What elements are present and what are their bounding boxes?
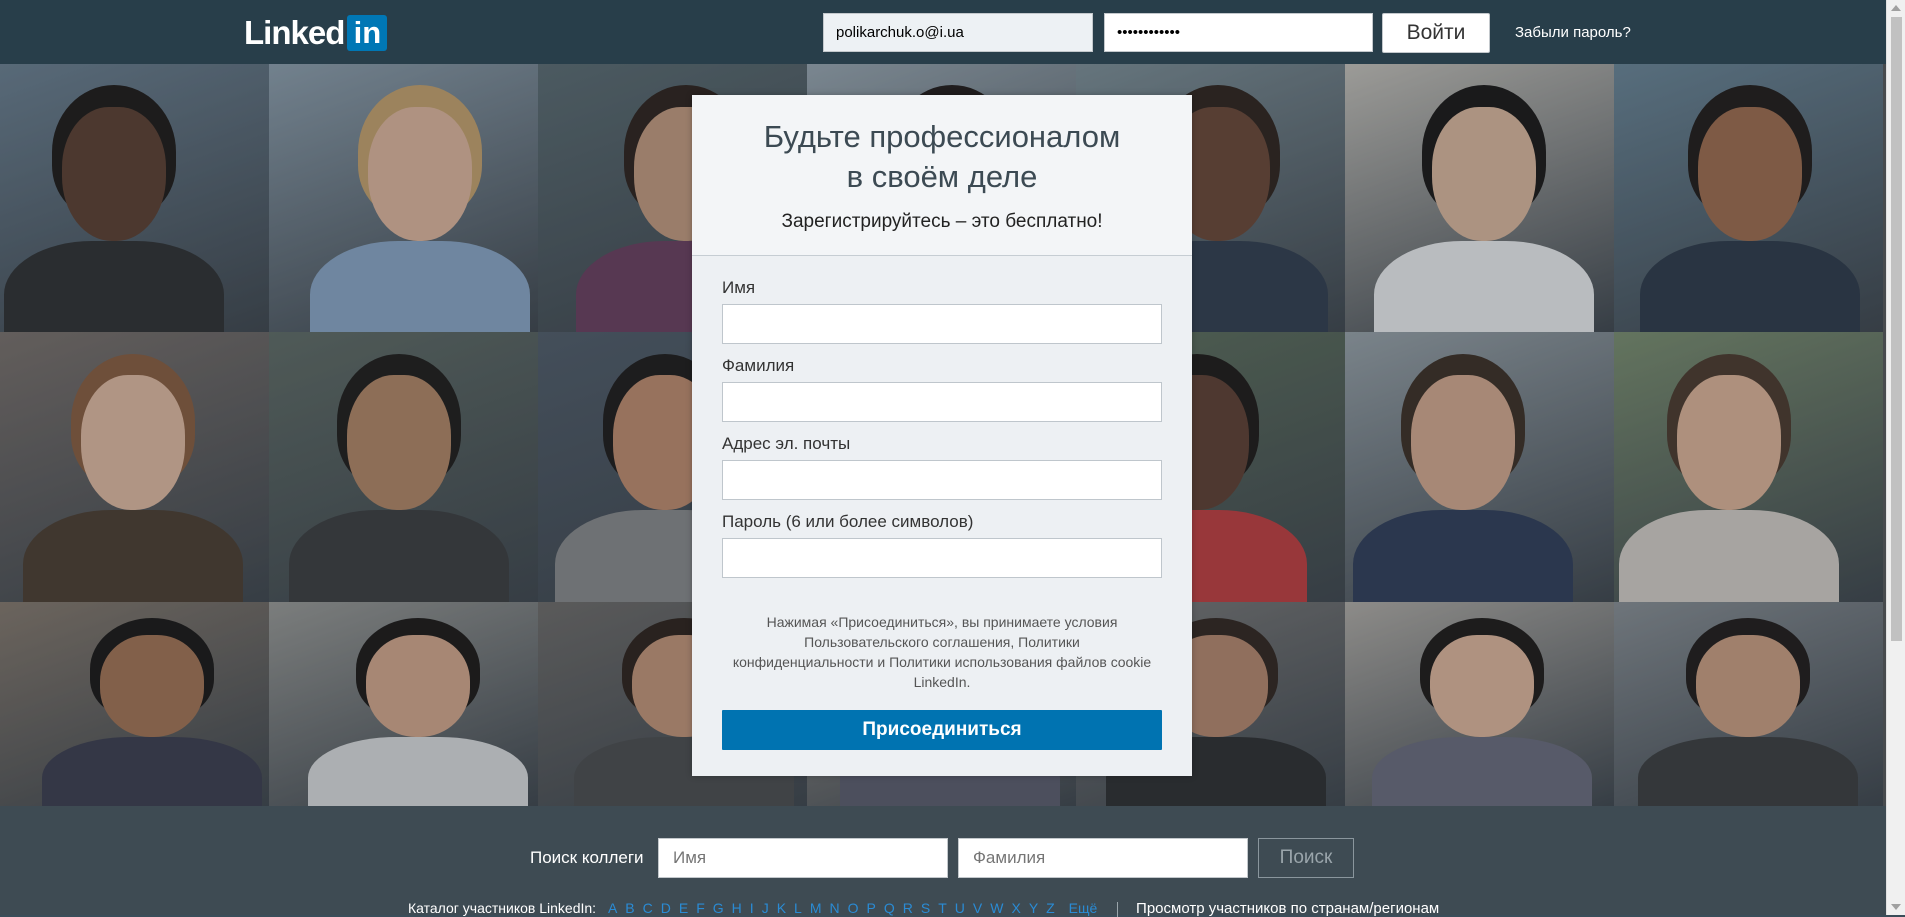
- directory-letter-s[interactable]: S: [921, 900, 930, 916]
- directory-letter-g[interactable]: G: [713, 900, 724, 916]
- directory-letter-b[interactable]: B: [625, 900, 634, 916]
- first-name-label: Имя: [722, 278, 756, 297]
- scroll-thumb[interactable]: [1891, 17, 1902, 641]
- directory-letter-h[interactable]: H: [732, 900, 742, 916]
- top-header: Linked in Войти Забыли пароль?: [0, 0, 1886, 64]
- password-input[interactable]: [722, 538, 1162, 578]
- directory-letter-q[interactable]: Q: [884, 900, 895, 916]
- directory-letter-d[interactable]: D: [661, 900, 671, 916]
- directory-letter-n[interactable]: N: [830, 900, 840, 916]
- last-name-input[interactable]: [722, 382, 1162, 422]
- directory-letter-p[interactable]: P: [867, 900, 876, 916]
- signup-card: Будьте профессионалом в своём деле Зарег…: [692, 95, 1192, 776]
- search-first-name-input[interactable]: [658, 838, 948, 878]
- linkedin-logo[interactable]: Linked in: [244, 14, 388, 52]
- directory-letter-j[interactable]: J: [762, 900, 769, 916]
- directory-letter-v[interactable]: V: [973, 900, 982, 916]
- directory-letter-c[interactable]: C: [643, 900, 653, 916]
- logo-in-badge: in: [347, 15, 388, 51]
- country-directory-link[interactable]: Просмотр участников по странам/регионам: [1136, 900, 1439, 917]
- directory-letter-m[interactable]: M: [810, 900, 822, 916]
- footer: Поиск коллеги Поиск Каталог участников L…: [0, 806, 1886, 917]
- member-directory: Каталог участников LinkedIn: ABCDEFGHIJK…: [408, 900, 1439, 917]
- login-button[interactable]: Войти: [1382, 13, 1490, 53]
- directory-letter-r[interactable]: R: [903, 900, 913, 916]
- signup-title: Будьте профессионалом в своём деле: [763, 119, 1121, 194]
- password-label: Пароль (6 или более символов): [722, 512, 974, 531]
- scroll-down-arrow[interactable]: [1891, 904, 1901, 910]
- directory-letter-i[interactable]: I: [750, 900, 754, 916]
- search-last-name-input[interactable]: [958, 838, 1248, 878]
- search-button[interactable]: Поиск: [1258, 838, 1354, 878]
- directory-letters: ABCDEFGHIJKLMNOPQRSTUVWXYZ: [600, 900, 1055, 916]
- directory-letter-w[interactable]: W: [990, 900, 1003, 916]
- signup-card-header: Будьте профессионалом в своём деле Зарег…: [692, 95, 1192, 256]
- directory-letter-l[interactable]: L: [794, 900, 802, 916]
- directory-letter-o[interactable]: O: [848, 900, 859, 916]
- directory-more-link[interactable]: Ещё: [1069, 900, 1098, 916]
- scroll-up-arrow[interactable]: [1891, 5, 1901, 11]
- first-name-input[interactable]: [722, 304, 1162, 344]
- login-email-input[interactable]: [823, 13, 1093, 52]
- terms-text: Нажимая «Присоединиться», вы принимаете …: [732, 614, 1152, 690]
- logo-text: Linked: [244, 14, 345, 51]
- directory-letter-a[interactable]: A: [608, 900, 617, 916]
- signup-form: Имя Фамилия Адрес эл. почты Пароль (6 ил…: [692, 256, 1192, 590]
- directory-letter-u[interactable]: U: [955, 900, 965, 916]
- directory-letter-k[interactable]: K: [777, 900, 786, 916]
- people-search-label: Поиск коллеги: [530, 848, 644, 867]
- email-label: Адрес эл. почты: [722, 434, 851, 453]
- directory-letter-f[interactable]: F: [696, 900, 705, 916]
- page-scrollbar[interactable]: [1886, 0, 1905, 915]
- directory-letter-t[interactable]: T: [938, 900, 947, 916]
- directory-letter-x[interactable]: X: [1011, 900, 1020, 916]
- email-input[interactable]: [722, 460, 1162, 500]
- directory-letter-e[interactable]: E: [679, 900, 688, 916]
- directory-label: Каталог участников LinkedIn:: [408, 900, 597, 916]
- join-button[interactable]: Присоединиться: [722, 710, 1162, 750]
- directory-letter-y[interactable]: Y: [1029, 900, 1038, 916]
- last-name-label: Фамилия: [722, 356, 795, 375]
- forgot-password-link[interactable]: Забыли пароль?: [1515, 24, 1631, 41]
- signup-subtitle: Зарегистрируйтесь – это бесплатно!: [781, 211, 1103, 232]
- login-password-input[interactable]: [1104, 13, 1373, 52]
- directory-letter-z[interactable]: Z: [1046, 900, 1055, 916]
